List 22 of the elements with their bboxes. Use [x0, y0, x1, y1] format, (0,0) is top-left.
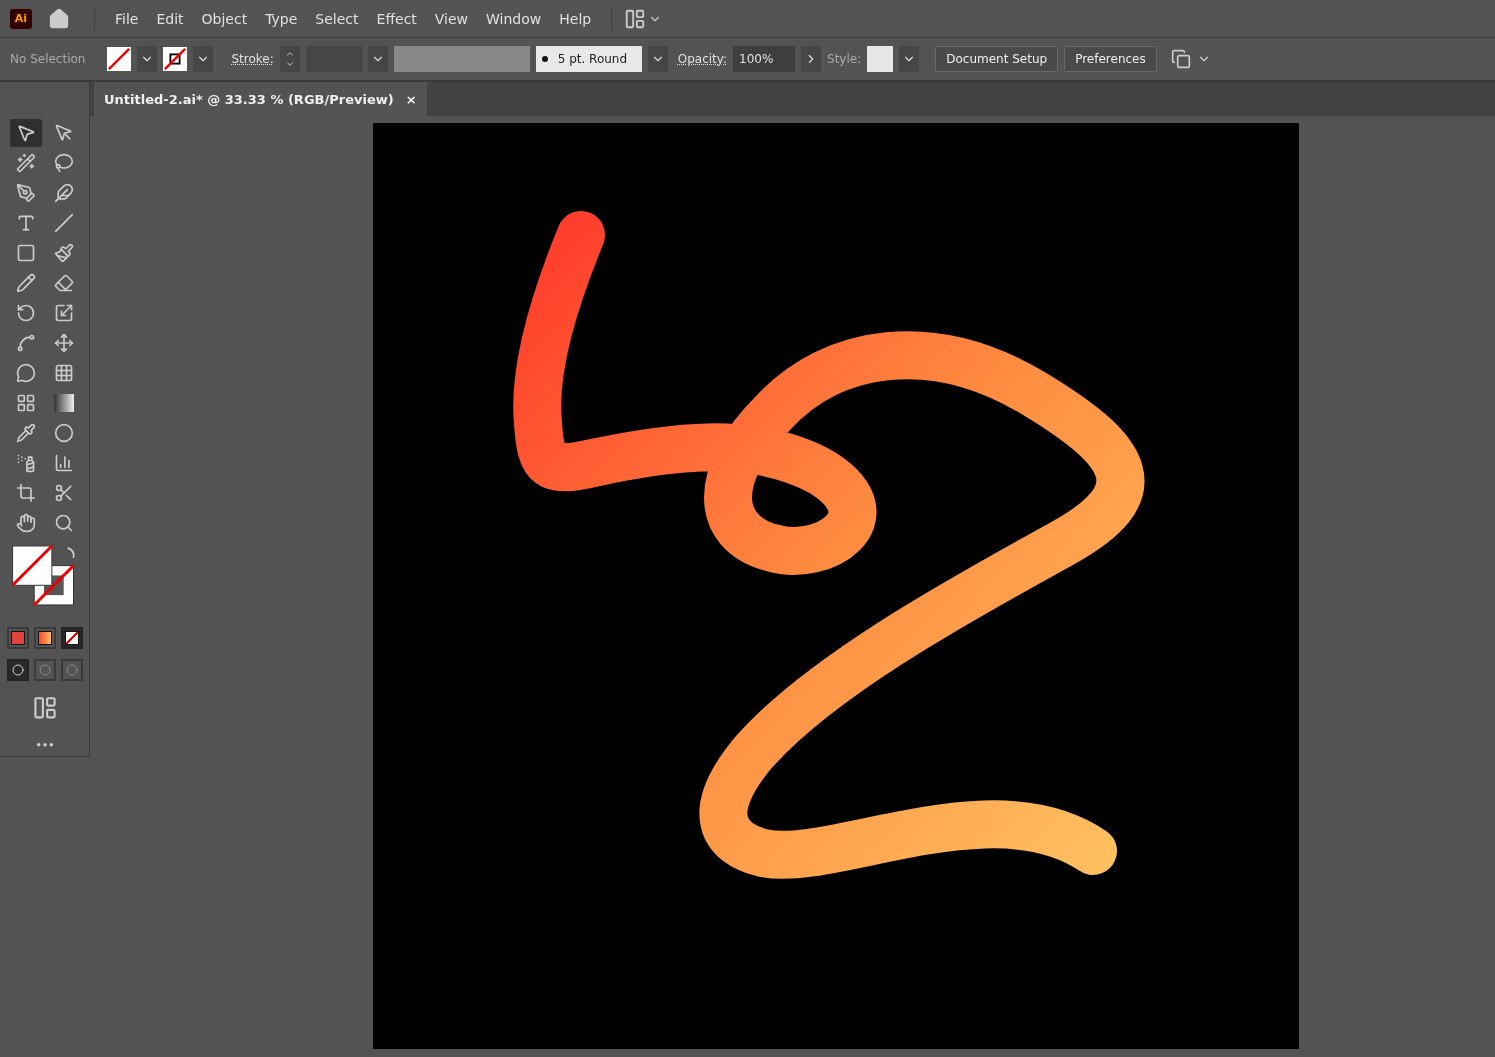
- app-logo: Ai: [10, 8, 32, 29]
- style-label: Style:: [827, 52, 862, 66]
- menu-item[interactable]: Edit: [148, 10, 192, 27]
- brush-name: 5 pt. Round: [557, 52, 628, 66]
- stroke-label[interactable]: Stroke:: [231, 52, 274, 66]
- menu-item[interactable]: View: [426, 10, 477, 27]
- selection-status: No Selection: [10, 52, 86, 66]
- menu-item[interactable]: Type: [257, 10, 306, 27]
- menu-item[interactable]: File: [107, 10, 147, 27]
- close-icon[interactable]: ×: [405, 91, 417, 107]
- menu-item[interactable]: Object: [193, 10, 256, 27]
- menu-item[interactable]: Window: [478, 10, 550, 27]
- opacity-label[interactable]: Opacity:: [677, 52, 728, 66]
- menu-item[interactable]: Select: [307, 10, 367, 27]
- document-tab[interactable]: Untitled-2.ai* @ 33.33 % (RGB/Preview) ×: [94, 82, 427, 116]
- toolbar-button[interactable]: Document Setup: [935, 46, 1059, 72]
- opacity-field[interactable]: 100%: [733, 46, 796, 72]
- menu-item[interactable]: Help: [551, 10, 600, 27]
- brush-field[interactable]: 5 pt. Round: [535, 46, 642, 72]
- opacity-value: 100%: [739, 52, 774, 66]
- toolbar-button[interactable]: Preferences: [1064, 46, 1157, 72]
- menu-item[interactable]: Effect: [368, 10, 425, 27]
